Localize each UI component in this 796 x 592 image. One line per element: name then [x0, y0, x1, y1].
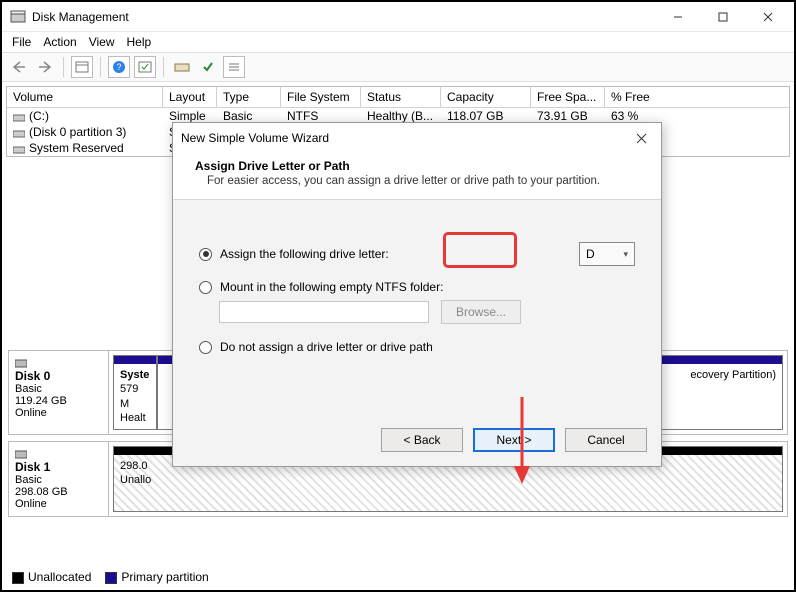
option-label: Mount in the following empty NTFS folder… — [220, 280, 443, 294]
col-capacity[interactable]: Capacity — [441, 87, 531, 107]
titlebar: Disk Management — [2, 2, 794, 32]
back-button[interactable]: < Back — [381, 428, 463, 452]
svg-text:?: ? — [116, 62, 121, 72]
legend-label: Primary partition — [121, 570, 208, 584]
col-status[interactable]: Status — [361, 87, 441, 107]
dialog-close-button[interactable] — [629, 126, 653, 150]
nav-back-icon[interactable] — [8, 56, 30, 78]
option-no-assign[interactable]: Do not assign a drive letter or drive pa… — [199, 340, 635, 354]
next-button[interactable]: Next > — [473, 428, 555, 452]
option-mount-folder[interactable]: Mount in the following empty NTFS folder… — [199, 280, 635, 294]
drive-letter-value: D — [586, 247, 595, 261]
dialog-subheading: For easier access, you can assign a driv… — [195, 175, 639, 187]
menu-help[interactable]: Help — [127, 35, 152, 49]
dialog-footer: < Back Next > Cancel — [173, 418, 661, 466]
annotation-highlight — [443, 232, 517, 268]
legend-swatch-unallocated — [12, 572, 24, 584]
col-volume[interactable]: Volume — [7, 87, 163, 107]
menu-view[interactable]: View — [89, 35, 115, 49]
option-assign-letter[interactable]: Assign the following drive letter: D ▾ — [199, 242, 635, 266]
partition[interactable]: Syste579 MHealt — [113, 355, 157, 430]
app-icon — [10, 9, 26, 25]
menu-action[interactable]: Action — [43, 35, 76, 49]
col-pct[interactable]: % Free — [605, 87, 789, 107]
mount-path-input[interactable] — [219, 301, 429, 323]
col-type[interactable]: Type — [217, 87, 281, 107]
option-label: Do not assign a drive letter or drive pa… — [220, 340, 433, 354]
tool-check-icon[interactable] — [197, 56, 219, 78]
toolbar: ? — [2, 52, 794, 82]
cancel-button[interactable]: Cancel — [565, 428, 647, 452]
tool-disk-icon[interactable] — [171, 56, 193, 78]
dialog-heading: Assign Drive Letter or Path — [195, 159, 639, 173]
disk-type: Basic — [15, 383, 42, 395]
tool-help-icon[interactable]: ? — [108, 56, 130, 78]
col-layout[interactable]: Layout — [163, 87, 217, 107]
dialog-title: New Simple Volume Wizard — [181, 131, 629, 145]
window-title: Disk Management — [32, 10, 655, 24]
close-button[interactable] — [745, 3, 790, 31]
option-label: Assign the following drive letter: — [220, 247, 389, 261]
nav-forward-icon[interactable] — [34, 56, 56, 78]
volume-table-header: Volume Layout Type File System Status Ca… — [7, 87, 789, 108]
disk-name: Disk 1 — [15, 460, 50, 474]
dialog-titlebar: New Simple Volume Wizard — [173, 123, 661, 153]
disk-status: Online — [15, 498, 47, 510]
radio-icon — [199, 281, 212, 294]
disk-size: 119.24 GB — [15, 395, 67, 407]
menu-file[interactable]: File — [12, 35, 31, 49]
drive-letter-select[interactable]: D ▾ — [579, 242, 635, 266]
disk-size: 298.08 GB — [15, 486, 68, 498]
browse-button: Browse... — [441, 300, 521, 324]
disk-type: Basic — [15, 474, 42, 486]
tool-action-icon[interactable] — [134, 56, 156, 78]
disk-name: Disk 0 — [15, 369, 50, 383]
tool-views-icon[interactable] — [71, 56, 93, 78]
minimize-button[interactable] — [655, 3, 700, 31]
maximize-button[interactable] — [700, 3, 745, 31]
disk-status: Online — [15, 407, 47, 419]
radio-icon — [199, 341, 212, 354]
disk-sidebar[interactable]: Disk 0 Basic 119.24 GB Online — [9, 351, 109, 434]
legend-swatch-primary — [105, 572, 117, 584]
wizard-dialog: New Simple Volume Wizard Assign Drive Le… — [172, 122, 662, 467]
col-free[interactable]: Free Spa... — [531, 87, 605, 107]
disk-management-window: Disk Management File Action View Help ? … — [0, 0, 796, 592]
tool-list-icon[interactable] — [223, 56, 245, 78]
disk-icon — [15, 448, 27, 460]
menubar: File Action View Help — [2, 32, 794, 52]
col-fs[interactable]: File System — [281, 87, 361, 107]
legend: Unallocated Primary partition — [12, 570, 209, 584]
radio-icon — [199, 248, 212, 261]
disk-icon — [15, 357, 27, 369]
chevron-down-icon: ▾ — [623, 249, 628, 260]
legend-label: Unallocated — [28, 570, 91, 584]
disk-sidebar[interactable]: Disk 1 Basic 298.08 GB Online — [9, 442, 109, 516]
